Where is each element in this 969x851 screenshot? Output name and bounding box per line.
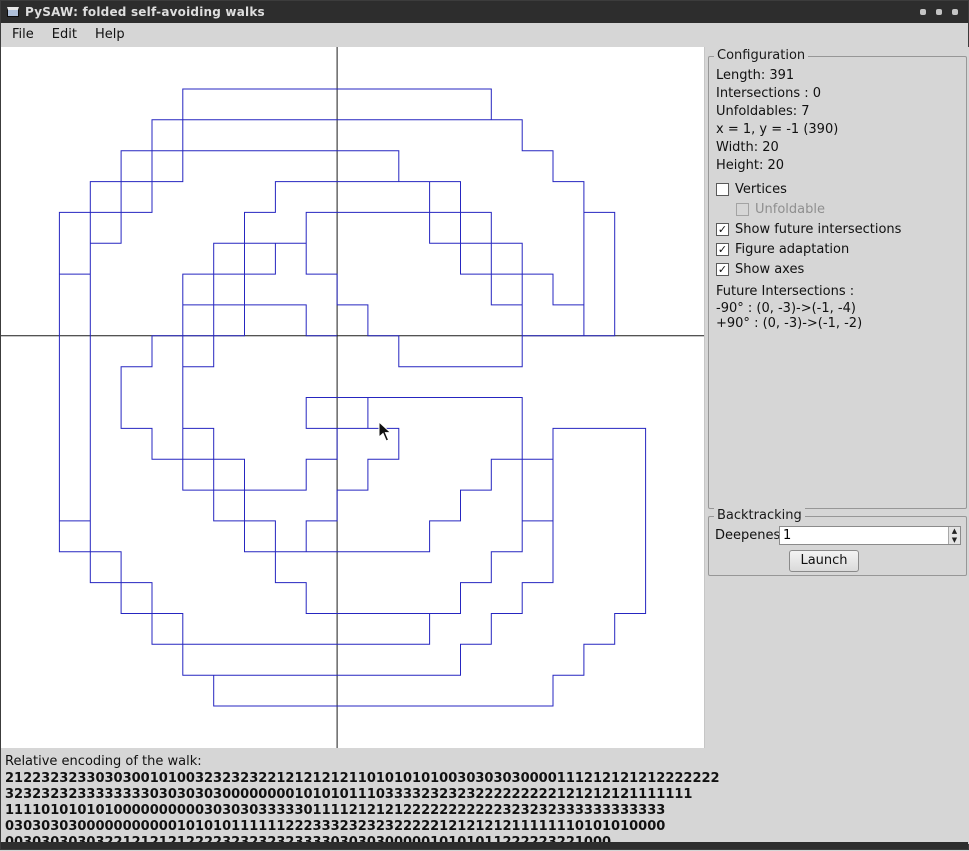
checkbox-unfoldable: Unfoldable: [736, 199, 962, 219]
encoding-text: 2122323233030300101003232323221212121211…: [5, 771, 969, 851]
checkbox-show-axes[interactable]: ✓ Show axes: [716, 259, 962, 279]
configuration-groupbox: Configuration Length: 391 Intersections …: [708, 56, 967, 509]
window-bottom-edge: [1, 842, 968, 849]
app-window: PySAW: folded self-avoiding walks File E…: [0, 0, 969, 850]
menu-item-file[interactable]: File: [3, 23, 43, 47]
deepeness-label: Deepeness: [715, 528, 787, 543]
encoding-section: Relative encoding of the walk: 212232323…: [1, 748, 969, 844]
spin-down-button[interactable]: ▼: [949, 536, 960, 545]
backtracking-title: Backtracking: [714, 508, 805, 523]
checkbox-vertices[interactable]: Vertices: [716, 179, 962, 199]
stat-intersections: Intersections : 0: [716, 85, 962, 103]
walk-canvas[interactable]: [1, 47, 704, 748]
future-intersection-minus90: -90° : (0, -3)->(-1, -4): [716, 301, 962, 316]
vertices-checkbox-label: Vertices: [735, 182, 787, 197]
configuration-title: Configuration: [714, 48, 808, 63]
checkbox-show-future-intersections[interactable]: ✓ Show future intersections: [716, 219, 962, 239]
walk-drawing: [1, 47, 704, 748]
encoding-line: 3232323233333333030303030000000010101011…: [5, 787, 969, 803]
side-panel: Configuration Length: 391 Intersections …: [704, 47, 969, 748]
show-future-intersections-checkbox-label: Show future intersections: [735, 222, 901, 237]
encoding-line: 1111010101010000000000303030333330111121…: [5, 803, 969, 819]
vertices-checkbox-icon[interactable]: [716, 183, 729, 196]
menu-item-help[interactable]: Help: [86, 23, 134, 47]
stat-width: Width: 20: [716, 139, 962, 157]
stat-height: Height: 20: [716, 157, 962, 175]
backtracking-groupbox: Backtracking Deepeness ▲ ▼ Launch: [708, 516, 967, 576]
future-intersection-plus90: +90° : (0, -3)->(-1, -2): [716, 316, 962, 331]
unfoldable-checkbox-label: Unfoldable: [755, 202, 825, 217]
checkbox-figure-adaptation[interactable]: ✓ Figure adaptation: [716, 239, 962, 259]
encoding-caption: Relative encoding of the walk:: [5, 753, 969, 770]
deepeness-spinbox[interactable]: ▲ ▼: [779, 526, 961, 545]
deepeness-input[interactable]: [780, 527, 947, 544]
spin-up-button[interactable]: ▲: [949, 527, 960, 536]
encoding-line: 0303030300000000000101010111111222333232…: [5, 819, 969, 835]
menu-item-edit[interactable]: Edit: [43, 23, 86, 47]
show-future-intersections-checkbox-icon[interactable]: ✓: [716, 223, 729, 236]
main-area: Configuration Length: 391 Intersections …: [1, 47, 969, 748]
maximize-button[interactable]: [936, 9, 942, 15]
titlebar: PySAW: folded self-avoiding walks: [1, 1, 968, 23]
show-axes-checkbox-label: Show axes: [735, 262, 804, 277]
menubar: File Edit Help: [1, 23, 968, 47]
stat-unfoldables: Unfoldables: 7: [716, 103, 962, 121]
launch-button[interactable]: Launch: [789, 550, 859, 572]
minimize-button[interactable]: [920, 9, 926, 15]
window-icon: [7, 7, 19, 17]
unfoldable-checkbox-icon: [736, 203, 749, 216]
encoding-line: 2122323233030300101003232323221212121211…: [5, 771, 969, 787]
figure-adaptation-checkbox-icon[interactable]: ✓: [716, 243, 729, 256]
stat-length: Length: 391: [716, 67, 962, 85]
future-intersections-title: Future Intersections :: [716, 283, 962, 301]
show-axes-checkbox-icon[interactable]: ✓: [716, 263, 729, 276]
stat-position: x = 1, y = -1 (390): [716, 121, 962, 139]
figure-adaptation-checkbox-label: Figure adaptation: [735, 242, 849, 257]
close-button[interactable]: [952, 9, 958, 15]
window-title: PySAW: folded self-avoiding walks: [25, 5, 265, 19]
